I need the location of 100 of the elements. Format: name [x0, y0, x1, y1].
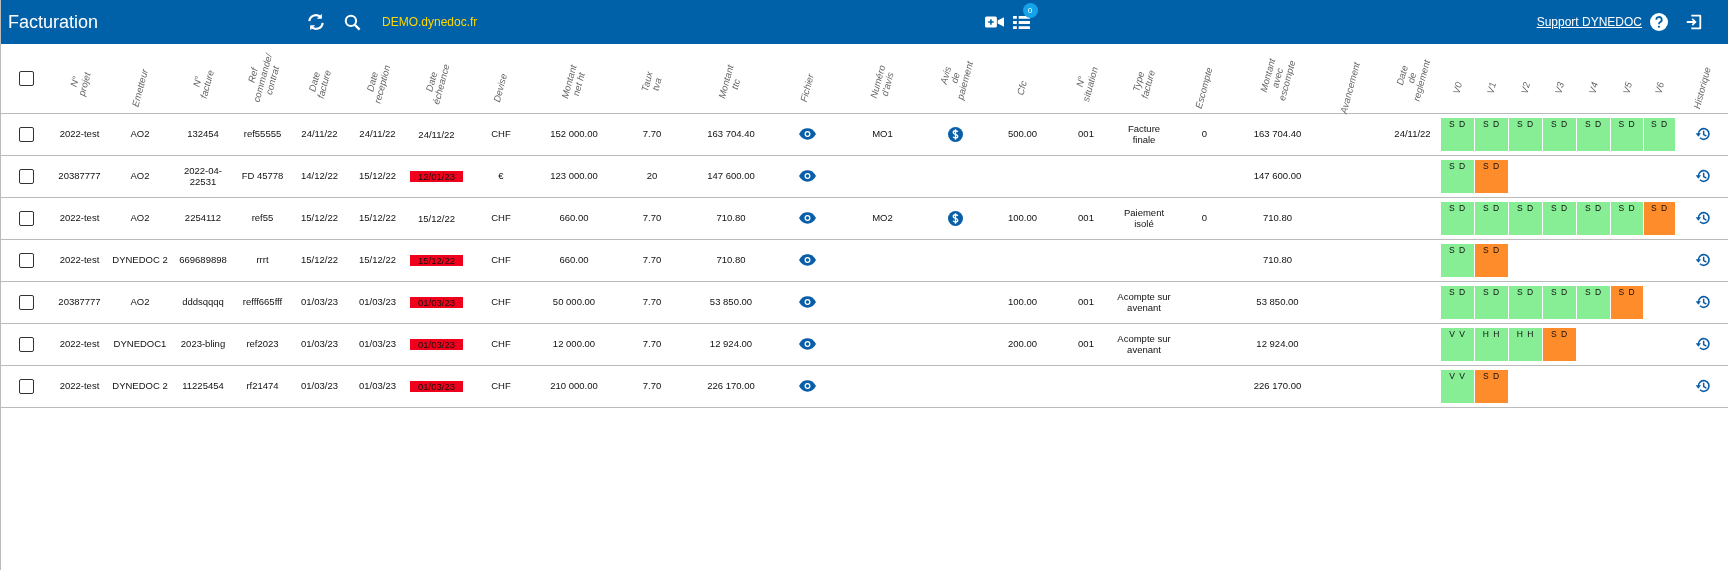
- history-icon[interactable]: [1694, 210, 1711, 226]
- row-checkbox[interactable]: [18, 126, 34, 142]
- version-status: S D: [1611, 201, 1643, 235]
- table-cell: 001: [1078, 212, 1094, 224]
- table-cell: 01/03/23: [359, 296, 396, 308]
- video-camera-icon[interactable]: [984, 15, 1004, 29]
- column-header: N° facture: [190, 67, 217, 100]
- domain-label: DEMO.dynedoc.fr: [382, 15, 478, 29]
- version-status: S D: [1475, 117, 1508, 151]
- eye-icon[interactable]: [798, 296, 816, 309]
- column-header: Avis de paiement: [936, 58, 975, 101]
- table-cell: 001: [1078, 128, 1094, 140]
- table-cell: 24/11/22: [1394, 128, 1431, 140]
- due-date: 15/12/22: [417, 212, 456, 224]
- version-status: S D: [1543, 117, 1576, 151]
- column-header: V5: [1621, 80, 1634, 95]
- eye-icon[interactable]: [798, 128, 816, 141]
- due-date: 01/03/23: [410, 296, 463, 308]
- table-cell: ref55555: [243, 128, 282, 140]
- table-cell: 001: [1078, 296, 1094, 308]
- list-icon[interactable]: [1012, 14, 1030, 30]
- eye-icon[interactable]: [798, 170, 816, 183]
- version-status: S D: [1475, 201, 1508, 235]
- table-cell: 15/12/22: [359, 170, 396, 182]
- support-link[interactable]: Support DYNEDOC: [1536, 15, 1642, 29]
- table-cell: 20387777: [58, 296, 101, 308]
- column-header: Date reception: [363, 62, 393, 104]
- table-cell: 50 000.00: [552, 296, 596, 308]
- table-cell: 2022-test: [59, 338, 100, 350]
- table-cell: 2023-bling: [180, 338, 226, 350]
- version-status: S D: [1441, 117, 1474, 151]
- logout-icon[interactable]: [1685, 13, 1703, 31]
- history-icon[interactable]: [1694, 294, 1711, 310]
- table-cell: 15/12/22: [359, 212, 396, 224]
- page-title: Facturation: [8, 11, 100, 33]
- table-cell: 226 170.00: [707, 380, 755, 392]
- column-header: Date facture: [306, 67, 333, 100]
- table-cell: 2022-test: [59, 380, 100, 392]
- table-cell: 660.00: [559, 212, 589, 224]
- history-icon[interactable]: [1694, 378, 1711, 394]
- version-status: S D: [1611, 117, 1643, 151]
- version-status: S D: [1611, 285, 1643, 319]
- table-cell: 2022-test: [59, 254, 100, 266]
- table-cell: 152 000.00: [550, 128, 598, 140]
- eye-icon[interactable]: [798, 212, 816, 225]
- dollar-icon[interactable]: [948, 126, 963, 142]
- refresh-icon[interactable]: [306, 12, 326, 32]
- history-icon[interactable]: [1694, 126, 1711, 142]
- table-cell: CHF: [491, 128, 511, 140]
- table-cell: refff665fff: [242, 296, 283, 308]
- row-checkbox[interactable]: [18, 210, 34, 226]
- row-checkbox[interactable]: [18, 294, 34, 310]
- table-cell: 710.80: [716, 212, 746, 224]
- row-checkbox[interactable]: [18, 168, 34, 184]
- history-icon[interactable]: [1694, 252, 1711, 268]
- eye-icon[interactable]: [798, 338, 816, 351]
- column-header: N° situation: [1073, 64, 1101, 103]
- table-cell: 200.00: [1007, 338, 1038, 350]
- table-cell: 24/11/22: [301, 128, 338, 140]
- table-cell: Acompte sur avenant: [1117, 290, 1171, 313]
- column-header: Date de reglement: [1393, 57, 1433, 102]
- table-cell: 132454: [187, 128, 219, 140]
- row-checkbox[interactable]: [18, 378, 34, 394]
- column-header: Montant avec escompte: [1257, 55, 1298, 102]
- table-cell: 001: [1078, 338, 1094, 350]
- table-cell: AO2: [130, 296, 150, 308]
- table-cell: 0: [1201, 128, 1208, 140]
- version-status: S D: [1644, 201, 1675, 235]
- table-cell: 2022-04- 22531: [184, 164, 222, 187]
- column-header: Type facture: [1130, 67, 1158, 100]
- table-cell: DYNEDOC 2: [112, 380, 168, 392]
- version-status: V V: [1441, 369, 1474, 403]
- search-icon[interactable]: [343, 12, 362, 32]
- due-date: 12/01/23: [410, 170, 463, 182]
- due-date: 01/03/23: [410, 380, 463, 392]
- row-checkbox[interactable]: [18, 252, 34, 268]
- dollar-icon[interactable]: [948, 210, 963, 226]
- column-header: Montant net ht: [559, 63, 588, 102]
- eye-icon[interactable]: [798, 254, 816, 267]
- row-checkbox[interactable]: [18, 336, 34, 352]
- table-cell: 01/03/23: [301, 296, 338, 308]
- version-status: S D: [1509, 201, 1542, 235]
- table-cell: 15/12/22: [301, 254, 338, 266]
- table-cell: 7.70: [642, 254, 662, 266]
- table-cell: 53 850.00: [1256, 296, 1299, 308]
- column-header: Fichier: [798, 72, 816, 103]
- table-cell: 500.00: [1007, 128, 1038, 140]
- eye-icon[interactable]: [798, 380, 816, 393]
- table-cell: 226 170.00: [1253, 380, 1302, 392]
- help-icon[interactable]: [1650, 13, 1668, 31]
- select-all-checkbox[interactable]: [18, 70, 34, 86]
- table-cell: 01/03/23: [359, 380, 396, 392]
- table-cell: 15/12/22: [359, 254, 396, 266]
- notification-badge: 0: [1022, 2, 1038, 18]
- history-icon[interactable]: [1694, 168, 1711, 184]
- version-status: H H: [1475, 327, 1508, 361]
- version-status: S D: [1577, 117, 1610, 151]
- table-cell: 01/03/23: [301, 338, 338, 350]
- column-header: Emetteur: [130, 67, 150, 108]
- history-icon[interactable]: [1694, 336, 1711, 352]
